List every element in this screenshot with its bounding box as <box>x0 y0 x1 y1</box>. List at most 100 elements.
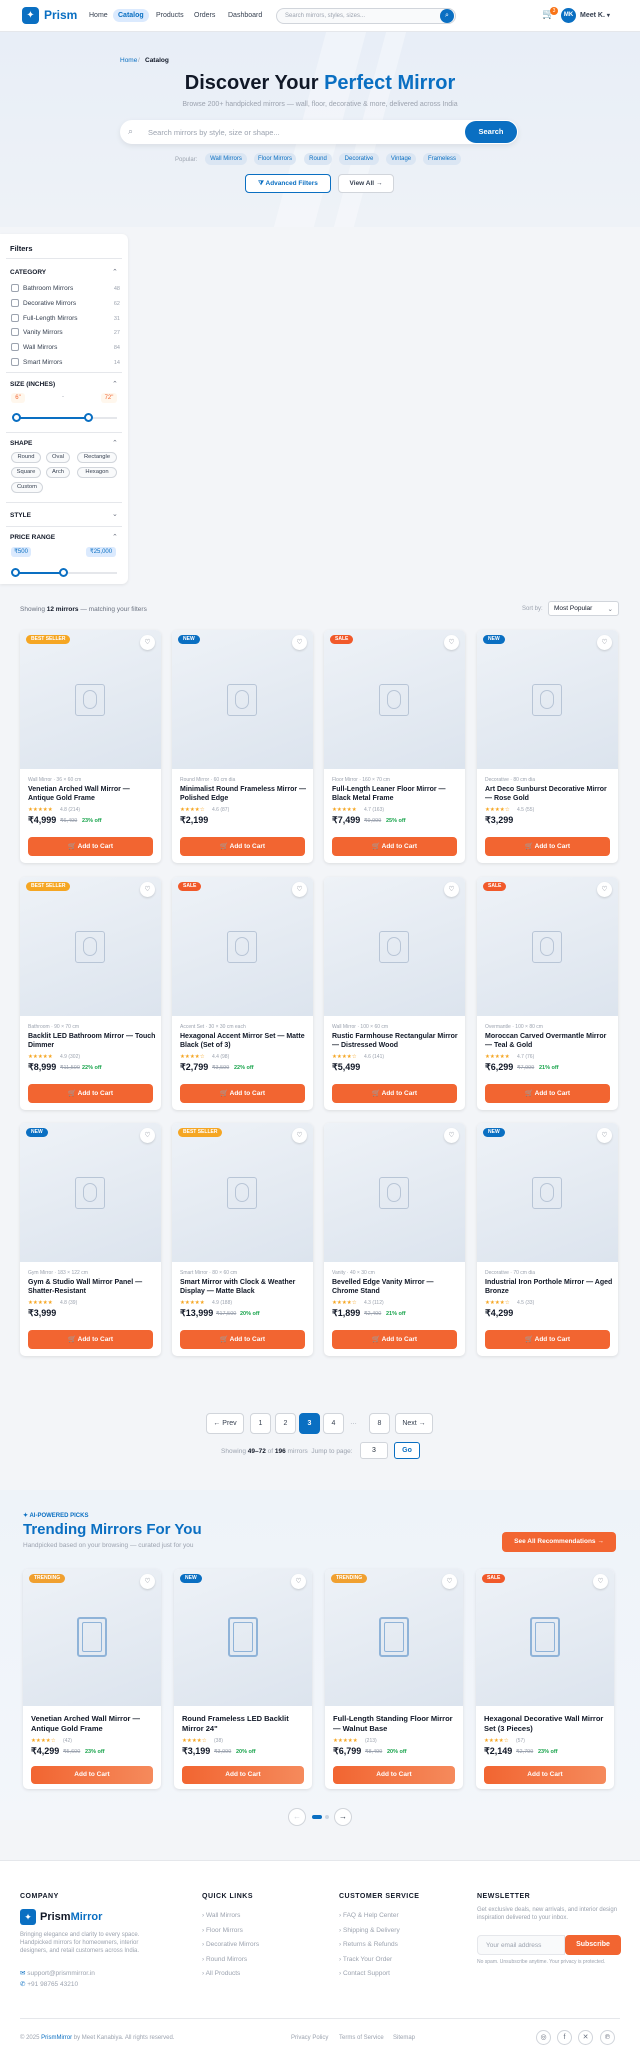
product-card[interactable]: ♡ Vanity · 40 × 30 cm Bevelled Edge Vanity… <box>324 1123 465 1356</box>
chevron-up-icon[interactable]: ⌃ <box>112 533 118 541</box>
product-name[interactable]: Minimalist Round Frameless Mirror — Poli… <box>180 785 308 803</box>
footer-link[interactable]: › Shipping & Delivery <box>339 1927 400 1934</box>
popular-chip[interactable]: Round <box>304 153 332 165</box>
chevron-up-icon[interactable]: ⌃ <box>112 439 118 447</box>
add-to-cart-button[interactable]: 🛒 Add to Cart <box>28 837 153 856</box>
heart-icon[interactable]: ♡ <box>140 882 155 897</box>
product-name[interactable]: Industrial Iron Porthole Mirror — Aged B… <box>485 1278 613 1296</box>
category-checkbox[interactable] <box>11 313 19 322</box>
page-button-active[interactable]: 3 <box>299 1413 320 1434</box>
product-image[interactable] <box>324 630 465 769</box>
nav-catalog[interactable]: Catalog <box>113 9 149 22</box>
product-name[interactable]: Full-Length Leaner Floor Mirror — Black … <box>332 785 460 803</box>
heart-icon[interactable]: ♡ <box>593 1574 608 1589</box>
trending-card[interactable]: NEW ♡ Round Frameless LED Backlit Mirror 2… <box>174 1569 312 1789</box>
category-label[interactable]: Wall Mirrors <box>23 344 57 351</box>
shape-chip[interactable]: Hexagon <box>77 467 117 478</box>
product-card[interactable]: BEST SELLER ♡ Bathroom · 90 × 70 cm Backlit… <box>20 877 161 1110</box>
carousel-dot[interactable] <box>325 1815 329 1819</box>
trending-card[interactable]: TRENDING ♡ Full-Length Standing Floor Mirr… <box>325 1569 463 1789</box>
size-heading[interactable]: SIZE (INCHES) <box>10 381 55 388</box>
subscribe-button[interactable]: Subscribe <box>565 1935 621 1955</box>
product-name[interactable]: Venetian Arched Wall Mirror — Antique Go… <box>28 785 156 803</box>
product-name[interactable]: Venetian Arched Wall Mirror — Antique Go… <box>31 1714 156 1734</box>
product-image[interactable] <box>324 877 465 1016</box>
sitemap-link[interactable]: Sitemap <box>393 2035 415 2041</box>
heart-icon[interactable]: ♡ <box>292 635 307 650</box>
jump-page-input[interactable]: 3 <box>360 1442 388 1459</box>
product-image[interactable] <box>172 630 313 769</box>
footer-link[interactable]: › Returns & Refunds <box>339 1941 398 1948</box>
popular-chip[interactable]: Frameless <box>423 153 461 165</box>
shape-chip[interactable]: Arch <box>46 467 70 478</box>
category-label[interactable]: Bathroom Mirrors <box>23 285 73 292</box>
chevron-up-icon[interactable]: ⌃ <box>112 268 118 276</box>
category-label[interactable]: Smart Mirrors <box>23 359 62 366</box>
carousel-dot-active[interactable] <box>312 1815 322 1819</box>
add-to-cart-button[interactable]: 🛒 Add to Cart <box>485 1084 610 1103</box>
category-checkbox[interactable] <box>11 358 19 366</box>
product-card[interactable]: BEST SELLER ♡ Smart Mirror · 80 × 60 cm Sma… <box>172 1123 313 1356</box>
next-page-button[interactable]: Next → <box>395 1413 433 1434</box>
product-card[interactable]: SALE ♡ Overmantle · 100 × 80 cm Moroccan Ca… <box>477 877 618 1110</box>
shape-heading[interactable]: SHAPE <box>10 440 32 447</box>
category-checkbox[interactable] <box>11 328 19 337</box>
newsletter-email-input[interactable]: Your email address <box>477 1935 565 1955</box>
mirror-logo-icon[interactable]: ✦ <box>22 7 39 24</box>
search-icon[interactable]: ⌕ <box>440 9 454 23</box>
product-image[interactable] <box>23 1569 161 1706</box>
header-search-input[interactable]: Search mirrors, styles, sizes... <box>276 8 456 24</box>
footer-link[interactable]: › Track Your Order <box>339 1956 392 1963</box>
breadcrumb-home[interactable]: Home <box>120 57 137 64</box>
footer-brand[interactable]: PrismMirror <box>40 1911 102 1923</box>
nav-products[interactable]: Products <box>151 9 189 22</box>
product-image[interactable] <box>476 1569 614 1706</box>
add-to-cart-button[interactable]: Add to Cart <box>333 1766 455 1784</box>
add-to-cart-button[interactable]: 🛒 Add to Cart <box>28 1084 153 1103</box>
style-heading[interactable]: STYLE <box>10 512 31 519</box>
price-slider-max-handle[interactable] <box>59 568 68 577</box>
popular-chip[interactable]: Vintage <box>386 153 416 165</box>
shape-chip[interactable]: Square <box>11 467 41 478</box>
instagram-icon[interactable]: ◎ <box>536 2030 551 2045</box>
product-card[interactable]: NEW ♡ Round Mirror · 60 cm dia Minimalist R… <box>172 630 313 863</box>
heart-icon[interactable]: ♡ <box>140 1128 155 1143</box>
add-to-cart-button[interactable]: 🛒 Add to Cart <box>332 1084 457 1103</box>
size-slider-min-handle[interactable] <box>12 413 21 422</box>
product-image[interactable] <box>324 1123 465 1262</box>
product-name[interactable]: Rustic Farmhouse Rectangular Mirror — Di… <box>332 1032 460 1050</box>
product-image[interactable] <box>20 630 161 769</box>
carousel-prev-button[interactable]: ← <box>288 1808 306 1826</box>
heart-icon[interactable]: ♡ <box>292 1128 307 1143</box>
popular-chip[interactable]: Floor Mirrors <box>254 153 296 165</box>
facebook-icon[interactable]: f <box>557 2030 572 2045</box>
product-name[interactable]: Smart Mirror with Clock & Weather Displa… <box>180 1278 308 1296</box>
shape-chip[interactable]: Rectangle <box>77 452 117 463</box>
popular-chip[interactable]: Decorative <box>339 153 379 165</box>
prev-page-button[interactable]: ← Prev <box>206 1413 244 1434</box>
category-label[interactable]: Full-Length Mirrors <box>23 315 78 322</box>
add-to-cart-button[interactable]: 🛒 Add to Cart <box>28 1330 153 1349</box>
page-button[interactable]: 4 <box>323 1413 344 1434</box>
product-card[interactable]: SALE ♡ Floor Mirror · 160 × 70 cm Full-Leng… <box>324 630 465 863</box>
heart-icon[interactable]: ♡ <box>597 1128 612 1143</box>
page-button[interactable]: 2 <box>275 1413 296 1434</box>
product-image[interactable] <box>174 1569 312 1706</box>
footer-phone[interactable]: ✆ +91 98765 43210 <box>20 1980 78 1988</box>
product-name[interactable]: Hexagonal Decorative Wall Mirror Set (3 … <box>484 1714 609 1734</box>
pinterest-icon[interactable]: ℗ <box>600 2030 615 2045</box>
hero-search-button[interactable]: Search <box>465 121 517 143</box>
product-image[interactable] <box>20 877 161 1016</box>
heart-icon[interactable]: ♡ <box>140 635 155 650</box>
add-to-cart-button[interactable]: Add to Cart <box>484 1766 606 1784</box>
product-name[interactable]: Bevelled Edge Vanity Mirror — Chrome Sta… <box>332 1278 460 1296</box>
category-checkbox[interactable] <box>11 298 19 307</box>
popular-chip[interactable]: Wall Mirrors <box>205 153 247 165</box>
product-card[interactable]: BEST SELLER ♡ Wall Mirror · 36 × 60 cm Vene… <box>20 630 161 863</box>
heart-icon[interactable]: ♡ <box>444 882 459 897</box>
product-name[interactable]: Moroccan Carved Overmantle Mirror — Teal… <box>485 1032 613 1050</box>
product-card[interactable]: ♡ Wall Mirror · 100 × 60 cm Rustic Farmhou… <box>324 877 465 1110</box>
heart-icon[interactable]: ♡ <box>292 882 307 897</box>
heart-icon[interactable]: ♡ <box>597 635 612 650</box>
footer-link[interactable]: › Contact Support <box>339 1970 390 1977</box>
